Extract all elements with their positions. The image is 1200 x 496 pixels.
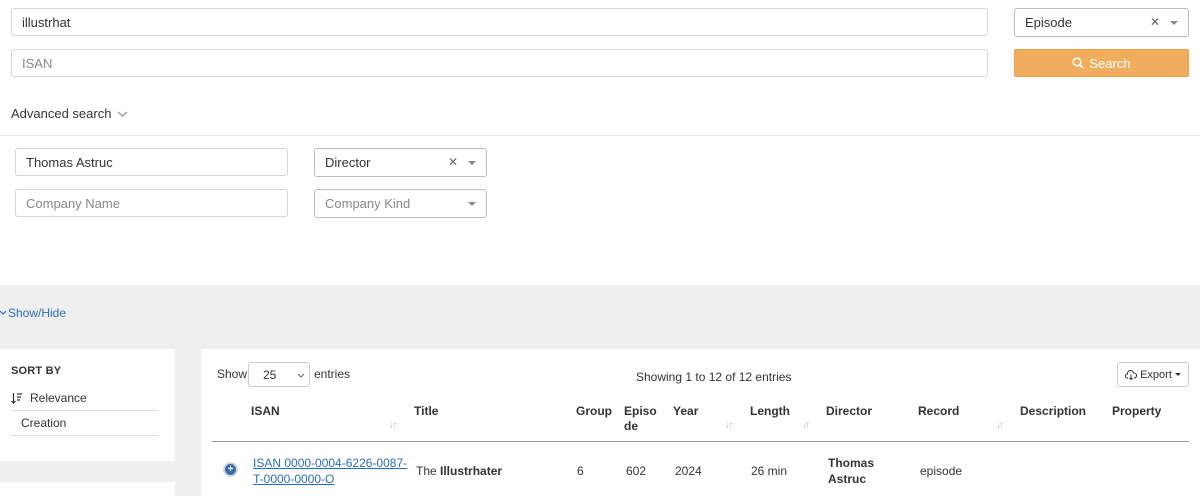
row-episode: 602	[626, 464, 647, 478]
sort-arrows-icon[interactable]: ↓↑	[996, 420, 1004, 431]
divider	[11, 410, 158, 411]
title-search-input[interactable]: illustrhat	[11, 8, 988, 36]
table-info: Showing 1 to 12 of 12 entries	[636, 370, 792, 384]
column-header-year[interactable]: Year	[673, 404, 698, 419]
column-header-isan[interactable]: ISAN	[251, 404, 280, 419]
company-kind-select[interactable]: Company Kind	[314, 189, 487, 218]
row-director-line1: Thomas	[828, 456, 875, 470]
isan-link[interactable]: ISAN 0000-0004-6226-0087- T-0000-0000-O	[253, 455, 407, 487]
role-select[interactable]: Director ✕	[314, 148, 487, 177]
row-length: 26 min	[751, 464, 788, 478]
search-icon	[1072, 57, 1084, 69]
caret-down-icon	[468, 161, 476, 165]
search-button-label: Search	[1089, 55, 1131, 71]
export-label: Export	[1140, 368, 1172, 381]
company-name-input[interactable]: Company Name	[15, 189, 288, 217]
row-group: 6	[577, 464, 584, 478]
column-header-length[interactable]: Length	[750, 404, 790, 419]
column-header-group[interactable]: Group	[576, 404, 612, 419]
type-select[interactable]: Episode ✕	[1014, 8, 1189, 37]
divider	[11, 435, 158, 436]
row-year: 2024	[675, 464, 702, 478]
plus-circle-icon[interactable]: +	[223, 462, 238, 477]
company-kind-placeholder: Company Kind	[325, 196, 411, 211]
header-divider	[212, 441, 1189, 442]
isan-placeholder: ISAN	[22, 55, 53, 71]
person-name-value: Thomas Astruc	[26, 154, 113, 170]
row-title-bold: Illustrhater	[440, 464, 503, 478]
sort-arrows-icon[interactable]: ↓↑	[725, 420, 733, 431]
show-label: Show	[217, 367, 248, 381]
sort-item-label: Creation	[21, 416, 67, 430]
column-header-record[interactable]: Record	[918, 404, 959, 419]
isan-link-line2: T-0000-0000-O	[253, 472, 335, 486]
chevron-down-icon	[118, 111, 128, 117]
row-title: The Illustrhater	[416, 463, 502, 479]
role-select-value: Director	[325, 155, 371, 170]
company-name-placeholder: Company Name	[26, 195, 120, 211]
advanced-search-toggle[interactable]: Advanced search	[11, 106, 128, 121]
clear-icon[interactable]: ✕	[1150, 15, 1160, 29]
entries-label: entries	[314, 367, 351, 381]
column-header-property[interactable]: Property	[1112, 404, 1161, 419]
row-director-line2: Astruc	[828, 472, 867, 486]
show-hide-label: Show/Hide	[8, 306, 67, 320]
column-header-episode[interactable]: Episo de	[624, 404, 657, 434]
isan-input[interactable]: ISAN	[11, 49, 988, 77]
column-header-description[interactable]: Description	[1020, 404, 1086, 419]
sort-panel-footer	[0, 482, 175, 496]
column-header-episode-line1: Episo	[624, 404, 657, 418]
clear-icon[interactable]: ✕	[448, 155, 458, 169]
sort-item-creation[interactable]: Creation	[21, 416, 66, 430]
caret-down-icon	[1170, 21, 1178, 25]
chevron-down-icon	[0, 310, 6, 315]
sort-item-relevance[interactable]: Relevance	[11, 391, 87, 405]
row-title-prefix: The	[416, 464, 441, 478]
sort-icon	[11, 393, 22, 404]
person-name-input[interactable]: Thomas Astruc	[15, 148, 288, 176]
row-director: Thomas Astruc	[828, 455, 874, 487]
sort-arrows-icon[interactable]: ↓↑	[802, 420, 810, 431]
cloud-download-icon	[1125, 369, 1138, 380]
show-hide-toggle[interactable]: Show/Hide	[0, 306, 66, 320]
export-button[interactable]: Export	[1117, 362, 1189, 387]
isan-link-line1: ISAN 0000-0004-6226-0087-	[253, 456, 408, 470]
column-header-director[interactable]: Director	[826, 404, 872, 419]
divider	[0, 135, 1200, 136]
advanced-search-title: Advanced search	[11, 106, 112, 121]
title-search-value: illustrhat	[22, 14, 71, 30]
row-record: episode	[920, 464, 963, 478]
caret-down-icon	[468, 202, 476, 206]
column-header-episode-line2: de	[624, 419, 639, 433]
column-header-title[interactable]: Title	[414, 404, 438, 419]
chevron-down-icon	[297, 373, 305, 378]
page-length-select[interactable]: 25	[248, 362, 310, 387]
search-button[interactable]: Search	[1014, 49, 1189, 77]
page-length-value: 25	[263, 367, 277, 382]
sort-item-label: Relevance	[30, 391, 87, 405]
sort-by-title: SORT BY	[11, 365, 62, 377]
caret-down-icon	[1174, 373, 1181, 376]
type-select-value: Episode	[1025, 15, 1072, 30]
sort-arrows-icon[interactable]: ↓↑	[389, 420, 397, 431]
